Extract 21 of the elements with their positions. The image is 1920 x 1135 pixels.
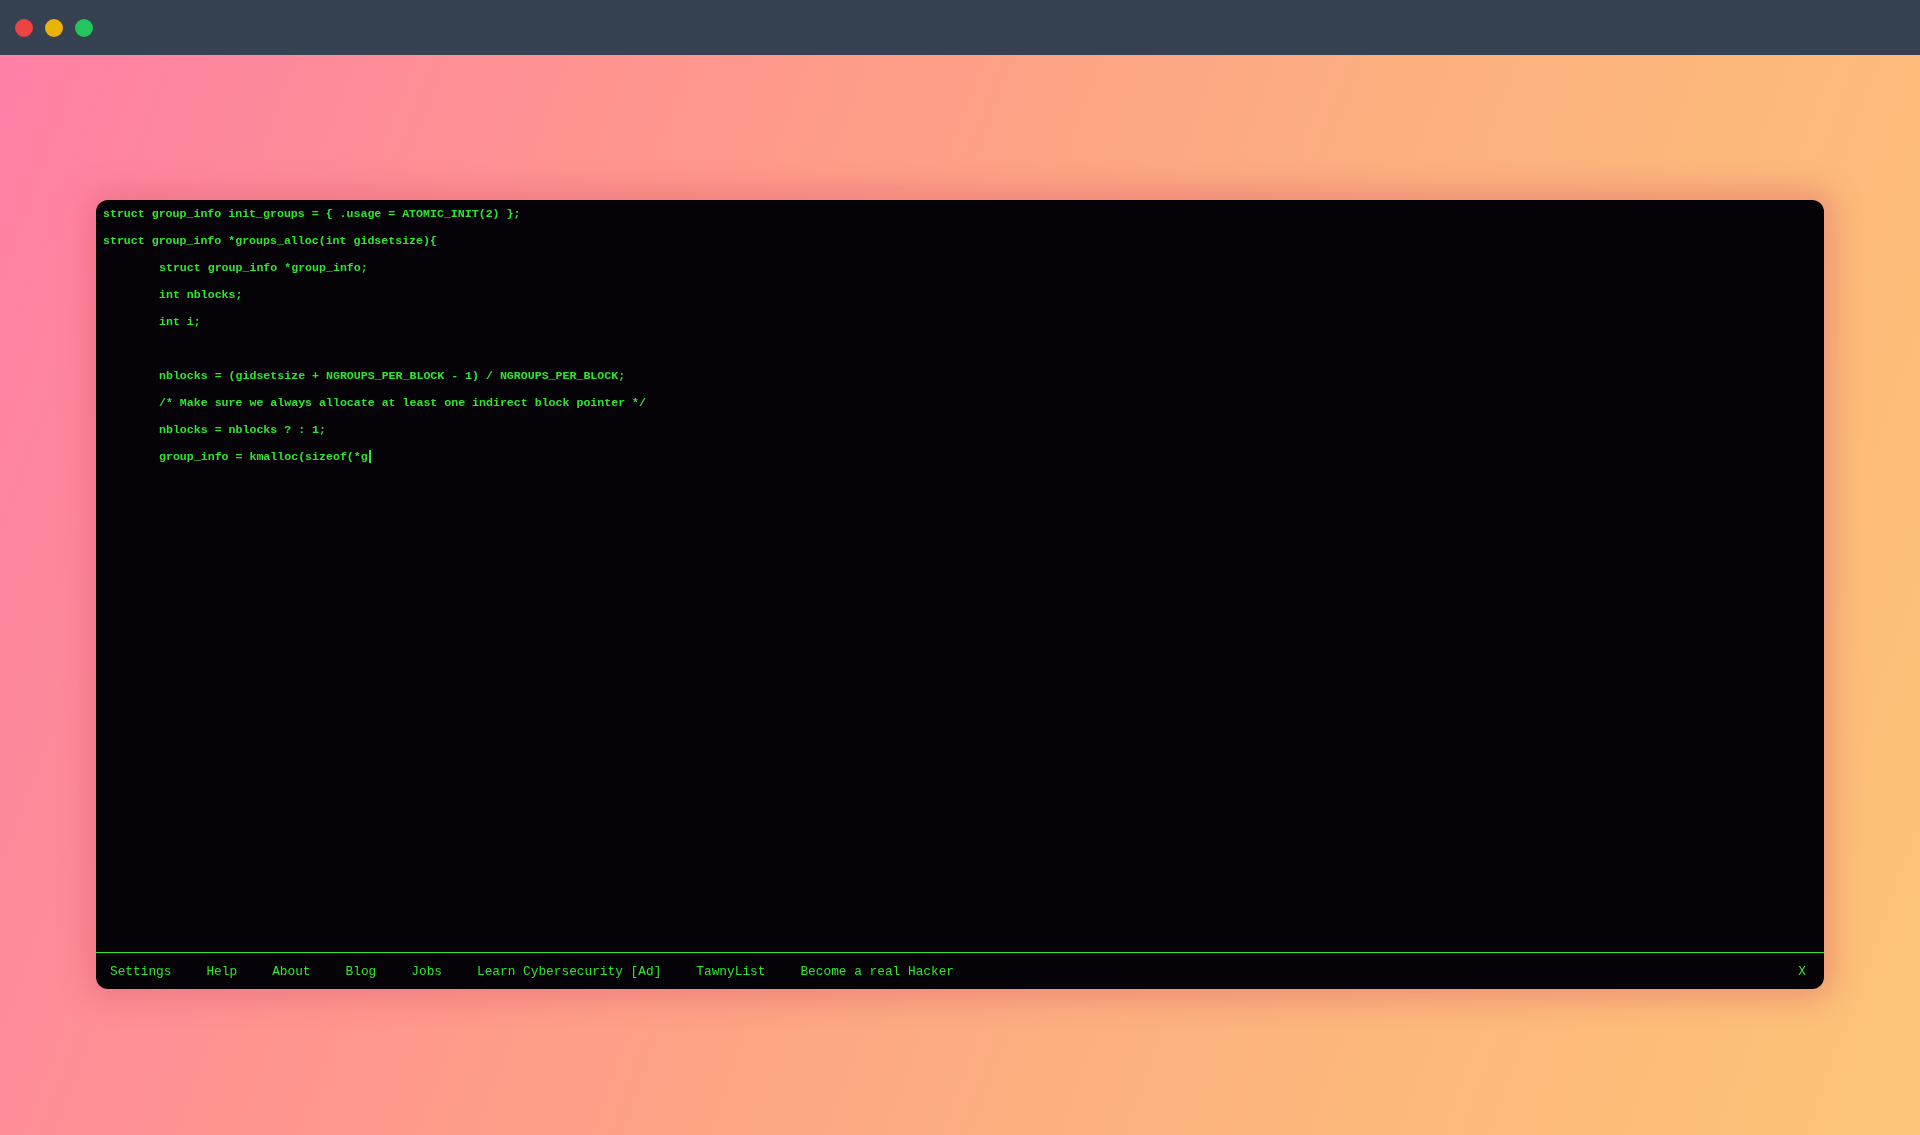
- footer-link[interactable]: Settings: [110, 963, 172, 979]
- footer-link[interactable]: Blog: [345, 963, 377, 979]
- code-line: struct group_info *group_info;: [159, 261, 368, 275]
- window-control-button[interactable]: [75, 18, 93, 37]
- code-line: struct group_info init_groups = { .usage = ATOMIC_INIT(2) };: [103, 207, 521, 221]
- close-button[interactable]: X: [1794, 963, 1810, 979]
- code-line: group_info = kmalloc(sizeof(*g: [159, 450, 368, 464]
- code-line: nblocks = nblocks ? : 1;: [159, 423, 326, 437]
- code-line: nblocks = (gidsetsize + NGROUPS_PER_BLOCK - 1) / NGROUPS_PER_BLOCK;: [159, 369, 626, 383]
- footer-link[interactable]: Help: [206, 963, 238, 979]
- code-line: /* Make sure we always allocate at least one indirect block pointer */: [159, 396, 647, 410]
- footer-link[interactable]: About: [272, 963, 311, 979]
- footer-link[interactable]: Jobs: [411, 963, 442, 979]
- code-line: int i;: [159, 315, 201, 329]
- footer-link[interactable]: Learn Cybersecurity [Ad]: [477, 963, 662, 979]
- code-line: int nblocks;: [159, 288, 243, 302]
- code-line: struct group_info *groups_alloc(int gidsetsize){: [103, 234, 437, 248]
- window-control-button[interactable]: [15, 18, 33, 37]
- window-control-button[interactable]: [45, 18, 63, 37]
- footer-link[interactable]: Become a real Hacker: [800, 963, 955, 979]
- footer-link[interactable]: TawnyList: [696, 963, 766, 979]
